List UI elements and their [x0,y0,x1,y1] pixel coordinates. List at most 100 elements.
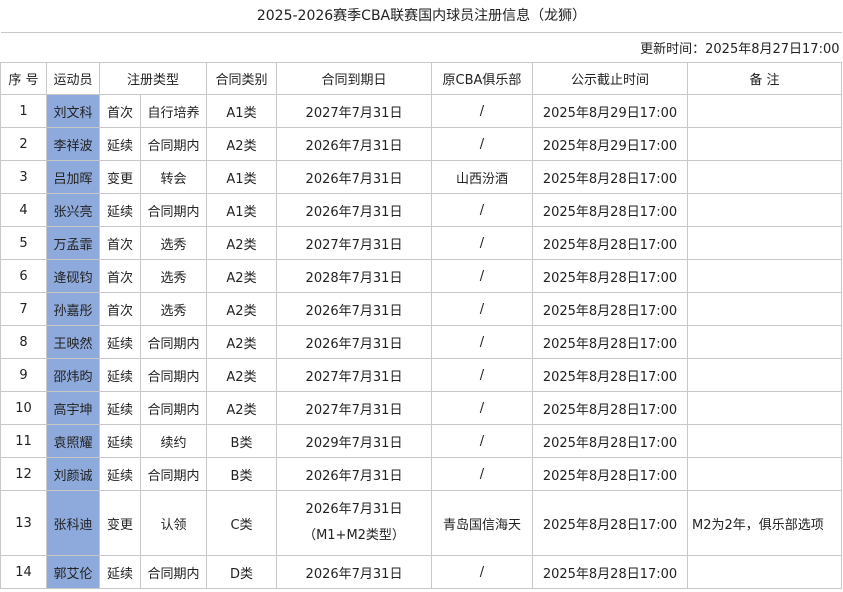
contract-category: A2类 [206,358,277,392]
note [687,226,842,260]
contract-expiry: 2026年7月31日 （M1+M2类型） [276,490,432,556]
note [687,160,842,194]
athlete-name: 刘颜诚 [46,457,100,491]
former-club: / [431,358,533,392]
registration-type: 变更 [99,160,141,194]
row-number: 2 [0,127,47,161]
table-header-row: 序 号 运动员 注册类型 合同类别 合同到期日 原CBA俱乐部 公示截止时间 备… [0,62,842,95]
registration-type: 延续 [99,358,141,392]
registration-type: 延续 [99,127,141,161]
table-row: 13 张科迪 变更 认领 C类 2026年7月31日 （M1+M2类型） 青岛国信海天 2025… [0,490,842,556]
row-number: 5 [0,226,47,260]
row-number: 11 [0,424,47,458]
registration-subtype: 选秀 [140,292,207,326]
row-number: 13 [0,490,47,556]
contract-category: D类 [206,555,277,589]
table-row: 7 孙嘉彤 首次 选秀 A2类 2026年7月31日/2025年8月28日17:00 [0,292,842,326]
former-club: / [431,325,533,359]
table-row: 8 王映然 延续 合同期内 A2类 2026年7月31日/2025年8月28日17:00 [0,325,842,359]
row-number: 10 [0,391,47,425]
contract-expiry-type: （M1+M2类型） [303,528,405,543]
registration-subtype: 认领 [140,490,207,556]
page-title: 2025-2026赛季CBA联赛国内球员注册信息（龙狮） [256,8,587,24]
table-row: 12 刘颜诚 延续 合同期内 B类 2026年7月31日/2025年8月28日17:00 [0,457,842,491]
contract-expiry: 2029年7月31日 [276,424,432,458]
athlete-name: 逄砚钧 [46,259,100,293]
registration-subtype: 合同期内 [140,127,207,161]
contract-expiry: 2027年7月31日 [276,94,432,128]
note [687,424,842,458]
table-row: 6 逄砚钧 首次 选秀 A2类 2028年7月31日/2025年8月28日17:00 [0,259,842,293]
athlete-name: 高宇坤 [46,391,100,425]
athlete-name: 吕加晖 [46,160,100,194]
publicity-deadline: 2025年8月28日17:00 [532,555,688,589]
update-time: 更新时间：2025年8月27日17:00 [0,32,842,63]
former-club: 青岛国信海天 [431,490,533,556]
former-club: / [431,127,533,161]
header-registration-type: 注册类型 [99,62,207,95]
publicity-deadline: 2025年8月28日17:00 [532,457,688,491]
row-number: 12 [0,457,47,491]
registration-subtype: 选秀 [140,259,207,293]
athlete-name: 邵炜昀 [46,358,100,392]
header-former-club: 原CBA俱乐部 [431,62,533,95]
publicity-deadline: 2025年8月28日17:00 [532,325,688,359]
registration-subtype: 合同期内 [140,457,207,491]
registration-type: 变更 [99,490,141,556]
athlete-name: 袁照耀 [46,424,100,458]
registration-type: 延续 [99,555,141,589]
contract-category: A1类 [206,193,277,227]
table-row: 10 高宇坤 延续 合同期内 A2类 2027年7月31日/2025年8月28日17:00 [0,391,842,425]
table-row: 9 邵炜昀 延续 合同期内 A2类 2027年7月31日/2025年8月28日17:00 [0,358,842,392]
note [687,292,842,326]
registration-type: 首次 [99,94,141,128]
contract-expiry: 2026年7月31日 [276,127,432,161]
row-number: 6 [0,259,47,293]
former-club: / [431,259,533,293]
note: M2为2年，俱乐部选项 [687,490,842,556]
contract-expiry: 2026年7月31日 [276,193,432,227]
contract-expiry: 2026年7月31日 [276,555,432,589]
registration-subtype: 选秀 [140,226,207,260]
row-number: 9 [0,358,47,392]
row-number: 3 [0,160,47,194]
registration-subtype: 合同期内 [140,358,207,392]
publicity-deadline: 2025年8月28日17:00 [532,292,688,326]
former-club: 山西汾酒 [431,160,533,194]
contract-category: A2类 [206,325,277,359]
publicity-deadline: 2025年8月29日17:00 [532,127,688,161]
athlete-name: 刘文科 [46,94,100,128]
contract-expiry: 2026年7月31日 [276,457,432,491]
athlete-name: 张兴亮 [46,193,100,227]
header-notes: 备 注 [687,62,842,95]
former-club: / [431,226,533,260]
contract-expiry: 2026年7月31日 [276,160,432,194]
publicity-deadline: 2025年8月28日17:00 [532,424,688,458]
table-row: 5 万孟霏 首次 选秀 A2类 2027年7月31日/2025年8月28日17:00 [0,226,842,260]
contract-category: A2类 [206,292,277,326]
contract-category: B类 [206,457,277,491]
table-row: 4 张兴亮 延续 合同期内 A1类 2026年7月31日/2025年8月28日17:00 [0,193,842,227]
note [687,127,842,161]
note [687,391,842,425]
former-club: / [431,555,533,589]
registration-subtype: 合同期内 [140,391,207,425]
athlete-name: 李祥波 [46,127,100,161]
contract-category: A1类 [206,94,277,128]
contract-expiry: 2028年7月31日 [276,259,432,293]
publicity-deadline: 2025年8月28日17:00 [532,193,688,227]
registration-type: 延续 [99,457,141,491]
table-row: 14 郭艾伦 延续 合同期内 D类 2026年7月31日/2025年8月28日17:00 [0,555,842,589]
registration-subtype: 合同期内 [140,325,207,359]
note [687,193,842,227]
athlete-name: 郭艾伦 [46,555,100,589]
registration-type: 延续 [99,193,141,227]
table-row: 2 李祥波 延续 合同期内 A2类 2026年7月31日/2025年8月29日17:00 [0,127,842,161]
registration-type: 延续 [99,424,141,458]
publicity-deadline: 2025年8月29日17:00 [532,94,688,128]
former-club: / [431,193,533,227]
contract-expiry: 2027年7月31日 [276,358,432,392]
registration-subtype: 自行培养 [140,94,207,128]
athlete-name: 王映然 [46,325,100,359]
table-row: 3 吕加晖 变更 转会 A1类 2026年7月31日 山西汾酒 2025年8月28日17:00 [0,160,842,194]
